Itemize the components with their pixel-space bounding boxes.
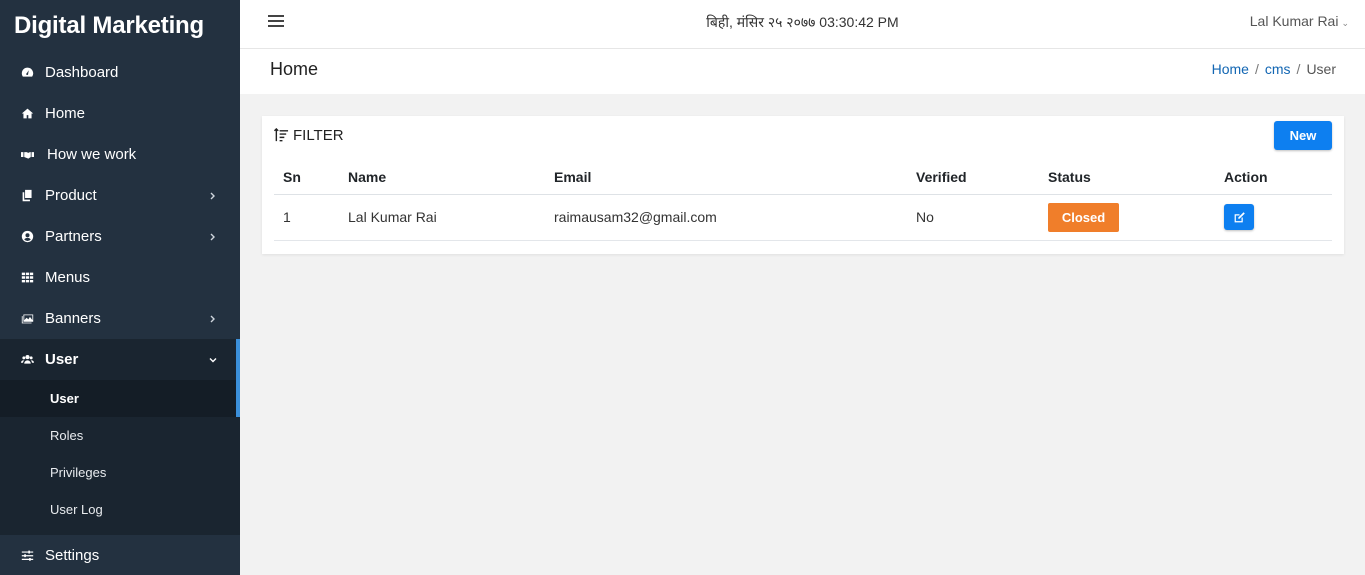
sidebar-item-label: User <box>45 351 79 368</box>
sidebar-item-label: How we work <box>47 146 137 163</box>
chevron-right-icon <box>208 229 218 241</box>
top-bar: बिही, मंसिर २५ २०७७ 03:30:42 PM Lal Kuma… <box>240 0 1365 49</box>
sidebar-item-user[interactable]: User <box>0 339 240 417</box>
user-list-card: FILTER New Sn Name Email Verified Status… <box>262 116 1344 254</box>
submenu-item-user[interactable]: User <box>0 380 240 417</box>
sort-filter-icon <box>274 128 289 142</box>
breadcrumb: Home / cms / User <box>1212 61 1336 77</box>
sidebar-item-label: Home <box>45 105 86 122</box>
column-header-name[interactable]: Name <box>339 160 545 195</box>
sliders-icon <box>19 548 35 564</box>
sidebar-item-menus[interactable]: Menus <box>0 257 240 298</box>
new-user-button[interactable]: New <box>1274 121 1332 150</box>
caret-down-icon: ⌄ <box>1341 18 1349 28</box>
column-header-verified[interactable]: Verified <box>907 160 1039 195</box>
column-header-status[interactable]: Status <box>1039 160 1215 195</box>
submenu-item-privileges[interactable]: Privileges <box>0 454 240 491</box>
cell-email: raimausam32@gmail.com <box>545 194 907 241</box>
images-icon <box>19 311 35 327</box>
sidebar: Digital Marketing Dashboard Home How we … <box>0 0 240 575</box>
table-row: 1 Lal Kumar Rai raimausam32@gmail.com No… <box>274 194 1332 241</box>
breadcrumb-home[interactable]: Home <box>1212 61 1249 77</box>
column-header-sn[interactable]: Sn <box>274 160 339 195</box>
user-submenu: User Roles Privileges User Log <box>0 380 240 535</box>
cell-action <box>1215 194 1332 241</box>
grid-icon <box>19 270 35 286</box>
sidebar-item-partners[interactable]: Partners <box>0 216 240 257</box>
user-menu[interactable]: Lal Kumar Rai ⌄ <box>1250 13 1349 29</box>
cell-status: Closed <box>1039 194 1215 241</box>
nepali-datetime: बिही, मंसिर २५ २०७७ 03:30:42 PM <box>706 14 899 30</box>
sidebar-item-banners[interactable]: Banners <box>0 298 240 339</box>
cell-name: Lal Kumar Rai <box>339 194 545 241</box>
sidebar-item-label: Product <box>45 187 97 204</box>
home-icon <box>19 106 35 122</box>
breadcrumb-current: User <box>1306 61 1336 77</box>
cell-sn: 1 <box>274 194 339 241</box>
submenu-item-user-log[interactable]: User Log <box>0 491 240 528</box>
breadcrumb-cms[interactable]: cms <box>1265 61 1291 77</box>
user-circle-icon <box>19 229 35 245</box>
cell-verified: No <box>907 194 1039 241</box>
sidebar-item-product[interactable]: Product <box>0 175 240 216</box>
user-table: Sn Name Email Verified Status Action 1 L… <box>274 160 1332 241</box>
submenu-item-roles[interactable]: Roles <box>0 417 240 454</box>
sidebar-item-label: Banners <box>45 310 101 327</box>
filter-label: FILTER <box>293 127 344 144</box>
brand-title[interactable]: Digital Marketing <box>0 0 240 52</box>
column-header-email[interactable]: Email <box>545 160 907 195</box>
breadcrumb-separator: / <box>1254 61 1259 77</box>
sidebar-item-label: Menus <box>45 269 91 286</box>
filter-toggle[interactable]: FILTER <box>274 127 344 144</box>
table-header-row: Sn Name Email Verified Status Action <box>274 160 1332 195</box>
column-header-action[interactable]: Action <box>1215 160 1332 195</box>
sidebar-item-settings[interactable]: Settings <box>0 535 240 575</box>
chevron-right-icon <box>208 311 218 323</box>
chevron-down-icon <box>208 352 218 363</box>
page-header: Home Home / cms / User <box>240 49 1365 94</box>
sidebar-item-label: Dashboard <box>45 64 119 81</box>
page-title: Home <box>270 59 319 79</box>
status-badge[interactable]: Closed <box>1048 202 1119 232</box>
handshake-icon <box>19 147 35 163</box>
chevron-right-icon <box>208 188 218 200</box>
sidebar-item-how-we-work[interactable]: How we work <box>0 134 240 175</box>
sidebar-item-label: Settings <box>45 547 100 564</box>
copy-icon <box>19 188 35 204</box>
users-icon <box>19 352 35 368</box>
edit-icon <box>1234 211 1245 222</box>
dashboard-icon <box>19 65 35 81</box>
breadcrumb-separator: / <box>1296 61 1301 77</box>
edit-button[interactable] <box>1224 204 1254 230</box>
sidebar-item-home[interactable]: Home <box>0 93 240 134</box>
sidebar-item-label: Partners <box>45 228 102 245</box>
user-name: Lal Kumar Rai <box>1249 13 1339 29</box>
sidebar-item-dashboard[interactable]: Dashboard <box>0 52 240 93</box>
